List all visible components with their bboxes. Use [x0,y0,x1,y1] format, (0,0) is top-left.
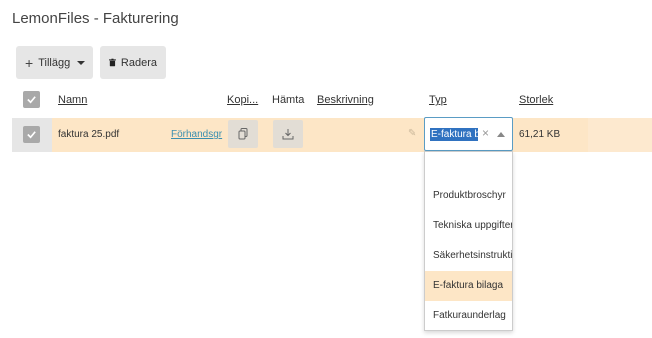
dropdown-option-highlighted[interactable]: E-faktura bilaga [425,271,512,301]
dropdown-option[interactable]: Säkerhetsinstruktioner [425,241,512,271]
dropdown-option[interactable]: Tekniska uppgifter [425,211,512,241]
delete-button[interactable]: Radera [100,46,166,79]
row-checkbox[interactable] [23,126,40,143]
checkmark-icon [27,96,36,104]
download-icon [282,129,294,140]
trash-icon [109,58,116,67]
row-trailing-cell [588,118,652,152]
dropdown-option[interactable]: Fatkuraunderlag [425,301,512,331]
column-header-copy[interactable]: Kopi... [227,94,258,106]
file-name: faktura 25.pdf [58,129,120,140]
page-title: LemonFiles - Fakturering [12,10,179,27]
delete-button-label: Radera [120,56,157,69]
type-select-value: E-faktura bilaga [430,128,478,141]
column-header-type[interactable]: Typ [429,94,447,106]
chevron-up-icon[interactable] [497,132,505,137]
clear-icon[interactable]: × [482,126,489,140]
add-button-label: Tillägg [38,56,71,69]
checkmark-icon [27,131,36,139]
type-select[interactable]: E-faktura bilaga × [424,117,513,151]
file-size: 61,21 KB [519,129,561,140]
dropdown-option[interactable]: Produktbroschyr [425,181,512,211]
copy-icon [238,128,247,140]
preview-link[interactable]: Förhandsgr [171,129,223,140]
type-dropdown: Produktbroschyr Tekniska uppgifter Säker… [424,151,513,331]
copy-button[interactable] [228,120,258,148]
column-header-size[interactable]: Storlek [519,94,553,106]
download-button[interactable] [273,120,303,148]
column-header-name[interactable]: Namn [58,94,87,106]
column-header-description[interactable]: Beskrivning [317,94,374,106]
edit-pencil-icon[interactable]: ✎ [408,128,416,139]
column-header-download: Hämta [272,94,305,106]
chevron-down-icon [77,60,86,65]
plus-icon: + [25,54,34,71]
select-all-checkbox[interactable] [23,91,40,108]
add-button[interactable]: + Tillägg [16,46,93,79]
